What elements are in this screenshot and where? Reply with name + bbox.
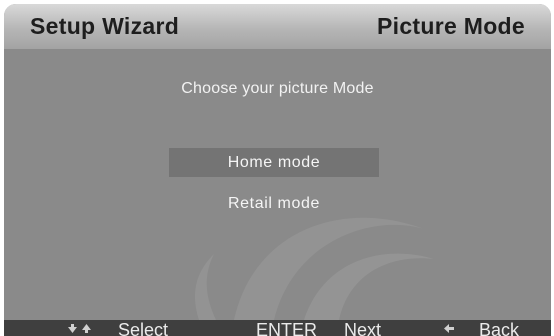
home-mode-option[interactable]: Home mode (169, 148, 379, 177)
retail-mode-option[interactable]: Retail mode (169, 189, 379, 218)
wizard-title: Setup Wizard (30, 13, 180, 39)
arrow-up-icon (82, 324, 91, 333)
arrow-down-icon (68, 324, 77, 333)
content-panel: Choose your picture Mode Home mode Retai… (4, 49, 551, 320)
setup-wizard-window: Setup Wizard Picture Mode Choose your pi… (4, 4, 551, 336)
header-bar: Setup Wizard Picture Mode (4, 4, 551, 49)
select-hint-label: Select (118, 320, 169, 336)
enter-key-label: ENTER (256, 320, 318, 336)
next-hint-label: Next (344, 320, 382, 336)
footer-hint-bar: Select ENTER Next Back (4, 320, 551, 336)
page-title: Picture Mode (376, 13, 525, 39)
back-hint-label: Back (479, 320, 520, 336)
arrow-left-icon (444, 324, 454, 333)
picture-mode-prompt: Choose your picture Mode (181, 80, 374, 97)
